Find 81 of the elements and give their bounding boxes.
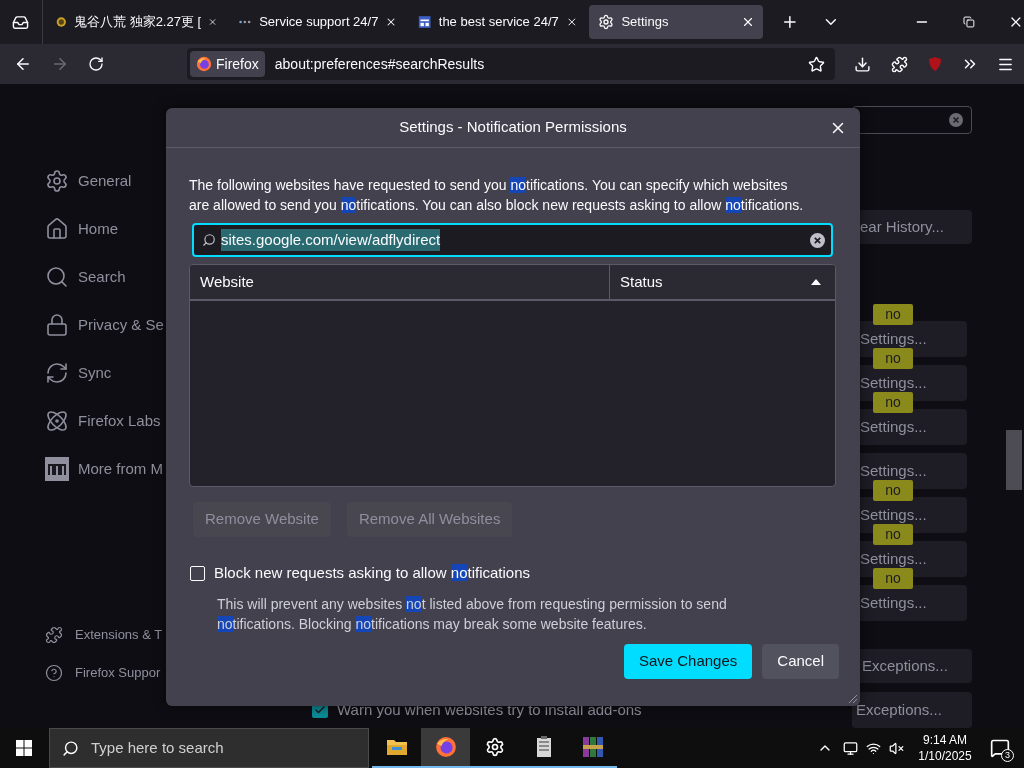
- search-icon: [202, 233, 216, 247]
- identity-label: Firefox: [216, 54, 259, 74]
- exceptions-button[interactable]: Exceptions...: [852, 692, 972, 728]
- notepad-icon: [534, 736, 553, 758]
- sidebar-item[interactable]: Search: [78, 265, 126, 289]
- browser-logo-icon: [434, 736, 457, 758]
- atom-icon: [45, 409, 69, 433]
- clock[interactable]: 9:14 AM 1/10/2025: [914, 732, 976, 764]
- address-bar[interactable]: Firefox about:preferences#searchResults: [187, 48, 835, 80]
- network-icon[interactable]: [866, 740, 881, 756]
- sort-up-icon: [811, 279, 821, 285]
- save-button[interactable]: Save Changes: [623, 643, 753, 679]
- mozilla-square-icon: [45, 457, 69, 481]
- download-icon[interactable]: [854, 55, 871, 73]
- tray-icon: [12, 13, 30, 31]
- tab-title: 鬼谷八荒 独家2.27更 [: [74, 13, 202, 32]
- sidebar-item[interactable]: More from M: [78, 457, 163, 481]
- window-icon: [418, 14, 432, 30]
- search-match-tooltip: no: [873, 348, 913, 370]
- search-icon: [62, 739, 79, 757]
- reload-icon[interactable]: [88, 56, 104, 72]
- folder-icon: [385, 737, 408, 757]
- column-header[interactable]: Website: [190, 265, 610, 299]
- checkbox-label: Warn you when websites try to install add-ons: [337, 699, 642, 720]
- gear-icon: [484, 737, 505, 757]
- browser-logo-icon: [196, 56, 212, 72]
- cancel-button[interactable]: Cancel: [762, 643, 839, 679]
- sidebar-item[interactable]: Privacy & Se: [78, 313, 164, 337]
- url-text: about:preferences#searchResults: [274, 54, 486, 74]
- dialog-title: Settings - Notification Permissions: [399, 117, 627, 138]
- back-icon[interactable]: [14, 55, 32, 73]
- tab-title: Settings: [621, 13, 670, 32]
- monitor-icon[interactable]: [843, 740, 858, 756]
- search-match-tooltip: no: [873, 480, 913, 502]
- intro-text: The following websites have requested to send you notifications. You can specify which websites are allowed to send you notifications. You can also block new requests asking to allow notifications.: [189, 176, 805, 215]
- tab-title: Service support 24/7: [259, 13, 379, 32]
- browser-tab[interactable]: Settings: [589, 5, 764, 39]
- padlock-icon: [45, 313, 69, 337]
- search-placeholder: Type here to search: [91, 737, 224, 758]
- dots-icon: [238, 18, 253, 26]
- browser-tab[interactable]: the best service 24/7: [409, 5, 586, 39]
- archive-books-icon: [581, 736, 604, 758]
- sidebar-item[interactable]: Home: [78, 217, 118, 241]
- search-match-tooltip: no: [873, 304, 913, 326]
- sidebar-item[interactable]: General: [78, 169, 132, 193]
- search-icon: [45, 265, 69, 289]
- identity-chip[interactable]: Firefox: [190, 51, 265, 77]
- restore-icon[interactable]: [963, 16, 976, 28]
- resize-grip-icon[interactable]: [846, 692, 858, 704]
- close-icon[interactable]: [565, 15, 578, 29]
- house-icon: [45, 217, 69, 241]
- extensions-icon[interactable]: [891, 55, 908, 73]
- sidebar-link[interactable]: Extensions & T: [75, 625, 163, 645]
- search-match-tooltip: no: [873, 392, 913, 414]
- scrollbar-thumb[interactable]: [1006, 430, 1022, 490]
- search-field[interactable]: sites.google.com/view/adflydirect: [192, 223, 833, 257]
- search-match-tooltip: no: [873, 524, 913, 546]
- notification-count: 3: [1001, 749, 1014, 762]
- sidebar-link[interactable]: Firefox Suppor: [75, 663, 161, 683]
- bookmark-star-icon[interactable]: [808, 55, 825, 73]
- clear-icon[interactable]: [810, 232, 825, 248]
- coin-icon: [56, 14, 68, 30]
- puzzle-icon: [45, 626, 63, 644]
- new-tab-icon[interactable]: [781, 13, 799, 31]
- checkbox[interactable]: [190, 565, 205, 581]
- muted-speaker-icon[interactable]: [889, 740, 904, 756]
- column-header[interactable]: Status: [610, 265, 835, 299]
- windows-start-icon[interactable]: [16, 740, 32, 756]
- sidebar-item[interactable]: Firefox Labs: [78, 409, 161, 433]
- taskbar-search-field[interactable]: Type here to search: [49, 728, 369, 768]
- sidebar-item[interactable]: Sync: [78, 361, 112, 385]
- browser-tab[interactable]: 鬼谷八荒 独家2.27更 [: [47, 5, 226, 39]
- tab-title: the best service 24/7: [438, 13, 559, 32]
- search-match-tooltip: no: [873, 568, 913, 590]
- sync-icon: [45, 361, 69, 385]
- gear-icon: [45, 169, 69, 193]
- gear-icon: [598, 14, 615, 30]
- help-icon: [45, 664, 63, 682]
- checkbox-label: Block new requests asking to allow notifications: [214, 563, 530, 583]
- browser-tab[interactable]: Service support 24/7: [229, 5, 406, 39]
- search-value[interactable]: sites.google.com/view/adflydirect: [221, 228, 441, 252]
